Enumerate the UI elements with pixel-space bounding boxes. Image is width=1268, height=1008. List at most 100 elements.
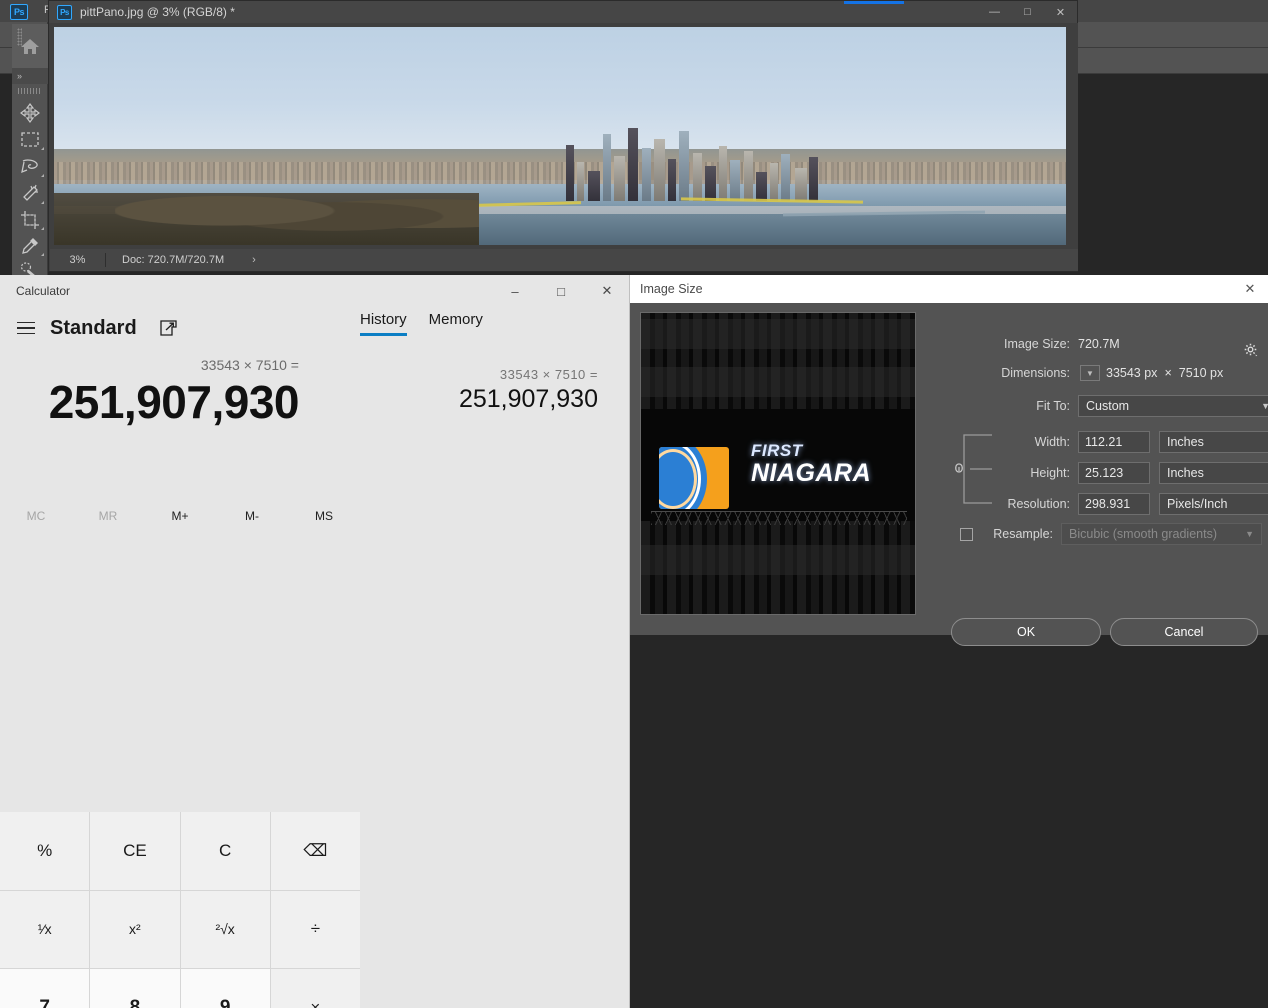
key-9[interactable]: 9	[180, 969, 270, 1008]
chevron-down-icon: ▼	[1261, 401, 1268, 411]
close-icon[interactable]: ✕	[1242, 281, 1258, 297]
key-7[interactable]: 7	[0, 969, 90, 1008]
height-row: Height: 25.123 Inches ▼	[975, 462, 1268, 484]
key-reciprocal[interactable]: ¹⁄x	[0, 890, 90, 969]
resample-label: Resample:	[993, 527, 1053, 541]
fit-to-select[interactable]: Custom ▼	[1078, 395, 1268, 417]
toolbar-grip	[18, 88, 42, 94]
resolution-unit-select[interactable]: Pixels/Inch ▼	[1159, 493, 1268, 515]
calculator-minimize-button[interactable]: –	[492, 275, 538, 307]
image-size-dialog-title: Image Size	[640, 282, 703, 296]
calculator-title-bar[interactable]: Calculator – □ ✕	[0, 275, 630, 307]
chevron-down-icon: ▼	[1245, 529, 1254, 539]
billboard-sign-text: FIRST NIAGARA	[751, 441, 911, 488]
document-minimize-button[interactable]: —	[978, 1, 1011, 23]
history-item-result[interactable]: 251,907,930	[380, 385, 630, 414]
memory-button-row: MC MR M+ M- MS	[0, 500, 360, 532]
backspace-icon[interactable]: ⌫	[270, 812, 360, 890]
fit-to-label: Fit To:	[1036, 399, 1070, 413]
panorama-image	[54, 27, 1066, 245]
memory-subtract-button[interactable]: M-	[216, 500, 288, 532]
calculator-keypad: % CE C ⌫ ¹⁄x x² ²√x ÷ 7 8 9 × 4 5 6 — 1 …	[0, 812, 360, 1008]
magic-wand-tool-icon[interactable]	[12, 181, 48, 207]
resolution-unit-value: Pixels/Inch	[1167, 497, 1228, 511]
document-window-controls: — □ ✕	[978, 1, 1077, 23]
photoshop-document-window: Ps pittPano.jpg @ 3% (RGB/8) * — □ ✕ 3% …	[48, 0, 1078, 272]
hamburger-menu-icon[interactable]	[14, 316, 38, 340]
key-multiply[interactable]: ×	[270, 969, 360, 1008]
document-status-bar: 3% Doc: 720.7M/720.7M ›	[50, 249, 1078, 271]
keep-on-top-icon[interactable]	[159, 318, 179, 338]
sign-line-first: FIRST	[751, 441, 803, 460]
document-maximize-button[interactable]: □	[1011, 1, 1044, 23]
key-8[interactable]: 8	[90, 969, 180, 1008]
move-tool-icon[interactable]	[12, 100, 48, 126]
calculator-header: Standard	[0, 311, 630, 345]
calculator-window-controls: – □ ✕	[492, 275, 630, 307]
image-size-row: Image Size: 720.7M	[975, 337, 1120, 351]
resolution-label: Resolution:	[1007, 497, 1070, 511]
memory-clear-button[interactable]: MC	[0, 500, 72, 532]
calculator-display-result[interactable]: 251,907,930	[0, 375, 342, 429]
width-unit-select[interactable]: Inches ▼	[1159, 431, 1268, 453]
memory-add-button[interactable]: M+	[144, 500, 216, 532]
image-size-title-bar[interactable]: Image Size ✕	[630, 275, 1268, 303]
calculator-window-title: Calculator	[16, 284, 71, 298]
calculator-maximize-button[interactable]: □	[538, 275, 584, 307]
resample-checkbox[interactable]	[960, 527, 973, 541]
calculator-window: Calculator – □ ✕ Standard History Memory	[0, 275, 630, 1008]
photoshop-app-icon: Ps	[10, 4, 28, 20]
zoom-level[interactable]: 3%	[50, 254, 105, 266]
ok-button[interactable]: OK	[951, 618, 1101, 646]
document-close-button[interactable]: ✕	[1044, 1, 1077, 23]
key-square-root[interactable]: ²√x	[180, 890, 270, 969]
history-item-expression: 33543 × 7510 =	[499, 367, 598, 382]
key-percent[interactable]: %	[0, 812, 90, 890]
first-niagara-logo-icon	[659, 447, 729, 509]
dimensions-width-value: 33543 px	[1106, 366, 1158, 380]
memory-store-button[interactable]: MS	[288, 500, 360, 532]
tab-history[interactable]: History	[360, 311, 407, 336]
image-size-dialog: Image Size ✕ FIRST NIAGARA Image Size: 7…	[630, 275, 1268, 646]
memory-recall-button[interactable]: MR	[72, 500, 144, 532]
calculator-close-button[interactable]: ✕	[584, 275, 630, 307]
chevron-down-icon[interactable]: ▼	[1080, 365, 1100, 381]
document-canvas[interactable]	[50, 23, 1078, 249]
cancel-button[interactable]: Cancel	[1110, 618, 1258, 646]
resolution-input[interactable]: 298.931	[1078, 493, 1150, 515]
calculator-panel-tabs: History Memory	[360, 311, 483, 336]
height-input[interactable]: 25.123	[1078, 462, 1150, 484]
eyedropper-tool-icon[interactable]	[12, 233, 48, 259]
gear-icon[interactable]	[1244, 343, 1258, 360]
document-title-bar[interactable]: Ps pittPano.jpg @ 3% (RGB/8) * — □ ✕	[49, 1, 1077, 23]
key-square[interactable]: x²	[90, 890, 180, 969]
height-unit-value: Inches	[1167, 466, 1204, 480]
resample-method-select[interactable]: Bicubic (smooth gradients) ▼	[1061, 523, 1262, 545]
resolution-row: Resolution: 298.931 Pixels/Inch ▼	[975, 493, 1268, 515]
toolbar-drag-handle[interactable]	[17, 28, 22, 46]
width-label: Width:	[1034, 435, 1070, 449]
resample-row: Resample: Bicubic (smooth gradients) ▼	[960, 523, 1262, 545]
crop-tool-icon[interactable]	[12, 207, 48, 233]
image-size-preview[interactable]: FIRST NIAGARA	[640, 312, 916, 615]
key-clear-entry[interactable]: CE	[90, 812, 180, 890]
sign-line-niagara: NIAGARA	[751, 459, 872, 487]
width-row: Width: 112.21 Inches ▼	[975, 431, 1268, 453]
image-size-label: Image Size:	[1003, 337, 1070, 351]
expand-tools-icon[interactable]: »	[12, 68, 48, 84]
calculator-expression: 33543 × 7510 =	[200, 357, 299, 373]
document-size-status: Doc: 720.7M/720.7M	[122, 254, 225, 266]
width-unit-value: Inches	[1167, 435, 1204, 449]
height-unit-select[interactable]: Inches ▼	[1159, 462, 1268, 484]
dimensions-height-value: 7510 px	[1178, 366, 1224, 380]
status-expand-icon[interactable]: ›	[252, 254, 256, 266]
tab-memory[interactable]: Memory	[429, 311, 483, 336]
key-divide[interactable]: ÷	[270, 890, 360, 969]
dimensions-label: Dimensions:	[1001, 366, 1070, 380]
lasso-tool-icon[interactable]	[12, 154, 48, 180]
fit-to-row: Fit To: Custom ▼	[975, 395, 1268, 417]
title-accent-bar	[844, 1, 904, 4]
width-input[interactable]: 112.21	[1078, 431, 1150, 453]
key-clear[interactable]: C	[180, 812, 270, 890]
marquee-tool-icon[interactable]	[12, 127, 48, 153]
